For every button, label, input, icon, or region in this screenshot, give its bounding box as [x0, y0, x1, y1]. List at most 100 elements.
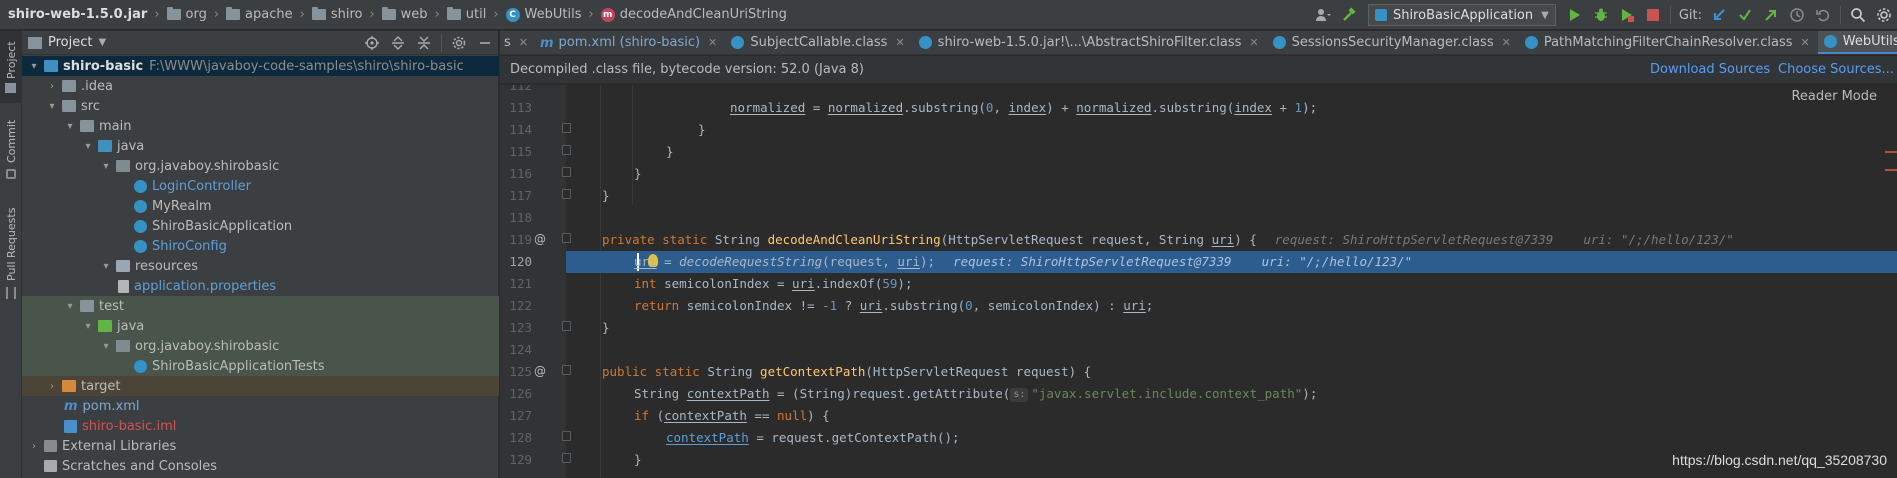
breadcrumb-label: decodeAndCleanUriString	[619, 7, 787, 22]
tab-path-matching-filter-chain-resolver[interactable]: PathMatchingFilterChainResolver.class ✕	[1519, 31, 1818, 54]
test-folder-icon	[98, 320, 112, 332]
tab-webutils[interactable]: WebUtils.class ✕	[1817, 31, 1897, 54]
code-token: +	[1271, 100, 1295, 115]
tree-item-application-properties[interactable]: application.properties	[22, 276, 499, 296]
maven-icon: m	[540, 36, 554, 51]
implementation-marker[interactable]: @	[534, 232, 546, 246]
code-token: );	[897, 276, 913, 291]
breadcrumb-method[interactable]: m decodeAndCleanUriString	[599, 0, 789, 30]
stripe-tab-pull-requests[interactable]: Pull Requests	[0, 191, 22, 311]
tree-item-myrealm[interactable]: MyRealm	[22, 196, 499, 216]
expand-all-icon[interactable]	[386, 31, 410, 55]
download-sources-link[interactable]: Download Sources	[1650, 62, 1770, 77]
breadcrumb-webutils[interactable]: C WebUtils	[504, 0, 584, 30]
tree-item-shiro-config[interactable]: ShiroConfig	[22, 236, 499, 256]
stripe-tab-project[interactable]: Project	[0, 31, 22, 103]
folder-icon	[62, 80, 76, 92]
close-icon[interactable]: ✕	[1249, 36, 1258, 49]
code-token: (request,	[822, 254, 898, 269]
tree-item-test-package[interactable]: ▾ org.javaboy.shirobasic	[22, 336, 499, 356]
user-icon[interactable]	[1311, 3, 1335, 27]
run-config-select[interactable]: ShiroBasicApplication ▼	[1367, 4, 1556, 26]
breadcrumb-shiro[interactable]: shiro	[310, 0, 365, 30]
chevron-down-icon: ▾	[85, 320, 91, 332]
close-icon[interactable]: ✕	[519, 36, 528, 49]
chevron-down-icon: ▾	[31, 60, 37, 72]
tree-item-test-java[interactable]: ▾ java	[22, 316, 499, 336]
tab-sessions-security-manager[interactable]: SessionsSecurityManager.class ✕	[1267, 31, 1519, 54]
git-commit-icon[interactable]	[1733, 3, 1757, 27]
close-icon[interactable]: ✕	[708, 36, 717, 49]
tab-pom-xml[interactable]: m pom.xml (shiro-basic) ✕	[534, 31, 725, 54]
code-token: );	[1302, 100, 1318, 115]
gear-icon[interactable]	[447, 31, 471, 55]
collapse-all-icon[interactable]	[412, 31, 436, 55]
minimize-icon[interactable]	[473, 31, 497, 55]
code-token: normalized	[1076, 100, 1152, 115]
hammer-build-icon[interactable]	[1337, 3, 1361, 27]
tree-item-resources[interactable]: ▾ resources	[22, 256, 499, 276]
chevron-down-icon: ▼	[1541, 9, 1549, 21]
tree-item-login-controller[interactable]: LoginController	[22, 176, 499, 196]
debug-icon[interactable]	[1589, 3, 1613, 27]
git-update-icon[interactable]	[1707, 3, 1731, 27]
tree-item-external-libraries[interactable]: › External Libraries	[22, 436, 499, 456]
scrollbar-marker[interactable]	[1885, 169, 1897, 171]
tree-item-label: resources	[135, 258, 199, 274]
tree-item-target[interactable]: › target	[22, 376, 499, 396]
tree-item-shiro-basic-application[interactable]: ShiroBasicApplication	[22, 216, 499, 236]
line-number: 122	[509, 298, 532, 313]
code-token: if	[634, 408, 657, 423]
breadcrumb-web[interactable]: web	[380, 0, 430, 30]
tab-overflow-left[interactable]: s ✕	[500, 31, 534, 54]
tree-item-package[interactable]: ▾ org.javaboy.shirobasic	[22, 156, 499, 176]
close-icon[interactable]: ✕	[895, 36, 904, 49]
stop-icon[interactable]	[1641, 3, 1665, 27]
breadcrumb-org[interactable]: org	[165, 0, 209, 30]
code-token: decodeAndCleanUriString	[767, 232, 941, 247]
settings-icon[interactable]	[1872, 3, 1896, 27]
class-icon	[134, 179, 147, 193]
tab-label: WebUtils.class	[1842, 33, 1897, 49]
close-icon[interactable]: ✕	[1801, 36, 1810, 49]
tree-item-application-tests[interactable]: ShiroBasicApplicationTests	[22, 356, 499, 376]
git-push-icon[interactable]	[1759, 3, 1783, 27]
project-panel-title: Project	[48, 35, 93, 50]
tree-item-main[interactable]: ▾ main	[22, 116, 499, 136]
code-token: return	[634, 298, 687, 313]
tree-item-test[interactable]: ▾ test	[22, 296, 499, 316]
tree-item-pom[interactable]: m pom.xml	[22, 396, 499, 416]
tree-item-iml[interactable]: shiro-basic.iml	[22, 416, 499, 436]
search-icon[interactable]	[1846, 3, 1870, 27]
choose-sources-link[interactable]: Choose Sources...	[1778, 62, 1894, 77]
project-icon	[28, 36, 42, 49]
tree-item-main-java[interactable]: ▾ java	[22, 136, 499, 156]
close-icon[interactable]: ✕	[1502, 36, 1511, 49]
scrollbar-marker[interactable]	[1885, 151, 1897, 153]
breadcrumb-jar[interactable]: shiro-web-1.5.0.jar	[0, 0, 149, 30]
breadcrumb-util[interactable]: util	[445, 0, 489, 30]
editor-tabs: s ✕ m pom.xml (shiro-basic) ✕ SubjectCal…	[500, 31, 1897, 55]
tree-item-src[interactable]: ▾ src	[22, 96, 499, 116]
coverage-icon[interactable]	[1615, 3, 1639, 27]
breadcrumb-apache[interactable]: apache	[224, 0, 295, 30]
code-editor[interactable]: Reader Mode 112 113 114 115 116 117 118 …	[500, 85, 1897, 478]
tree-item-idea[interactable]: › .idea	[22, 76, 499, 96]
stripe-tab-commit[interactable]: Commit	[0, 113, 22, 183]
tab-abstract-shiro-filter[interactable]: shiro-web-1.5.0.jar!\...\AbstractShiroFi…	[913, 31, 1267, 54]
history-icon[interactable]	[1785, 3, 1809, 27]
tree-item-module[interactable]: ▾ shiro-basic F:\WWW\javaboy-code-sample…	[22, 56, 499, 76]
project-view-select[interactable]: Project ▼	[28, 35, 106, 50]
code-token: ) {	[1234, 232, 1257, 247]
chevron-right-icon: ›	[50, 380, 54, 392]
folder-icon	[166, 7, 181, 20]
tree-item-scratches[interactable]: Scratches and Consoles	[22, 456, 499, 476]
class-icon	[134, 219, 147, 233]
code-token: );	[1302, 386, 1318, 401]
run-icon[interactable]	[1563, 3, 1587, 27]
code-token: ,	[993, 100, 1009, 115]
rollback-icon[interactable]	[1811, 3, 1835, 27]
implementation-marker[interactable]: @	[534, 364, 546, 378]
tab-subject-callable[interactable]: SubjectCallable.class ✕	[725, 31, 912, 54]
locate-icon[interactable]	[360, 31, 384, 55]
